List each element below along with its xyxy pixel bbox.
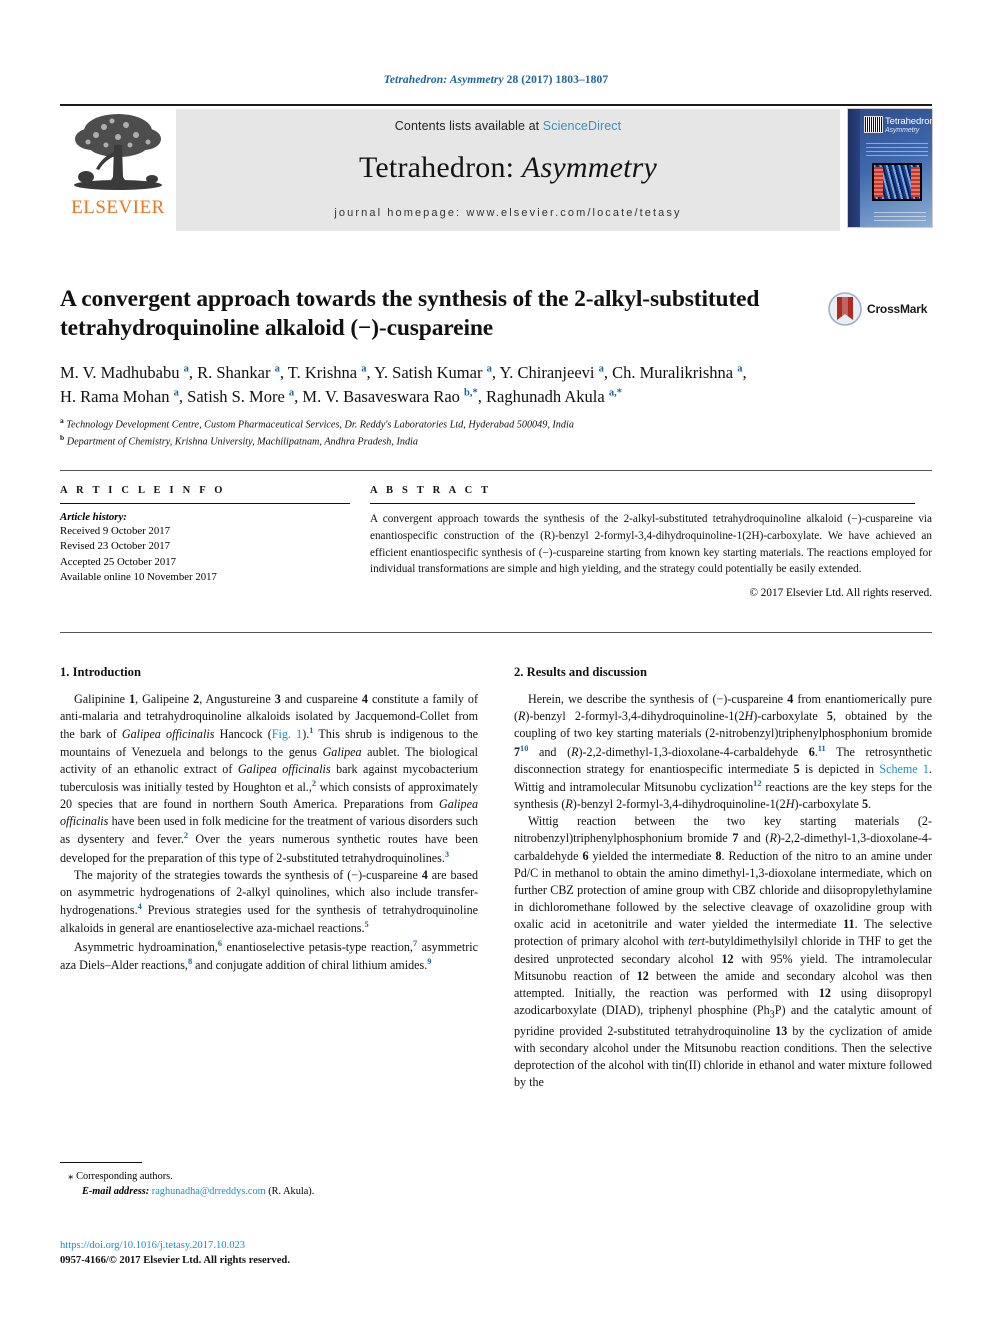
title-block: CrossMark A convergent approach towards … bbox=[60, 285, 932, 450]
elsevier-logo: ELSEVIER bbox=[60, 109, 176, 231]
journal-band: Contents lists available at ScienceDirec… bbox=[176, 109, 840, 231]
doi-link[interactable]: https://doi.org/10.1016/j.tetasy.2017.10… bbox=[60, 1238, 560, 1253]
author-line-1: M. V. Madhubabu a, R. Shankar a, T. Kris… bbox=[60, 362, 747, 382]
sciencedirect-link[interactable]: ScienceDirect bbox=[543, 119, 621, 133]
history-accepted: Accepted 25 October 2017 bbox=[60, 555, 177, 568]
left-column: 1. Introduction Galipinine 1, Galipeine … bbox=[60, 665, 478, 1092]
abstract-text: A convergent approach towards the synthe… bbox=[370, 513, 932, 576]
journal-homepage[interactable]: journal homepage: www.elsevier.com/locat… bbox=[334, 207, 681, 219]
body-columns: 1. Introduction Galipinine 1, Galipeine … bbox=[60, 665, 932, 1092]
footnote-block: ⁎ Corresponding authors. E-mail address:… bbox=[60, 1162, 478, 1200]
email-label: E-mail address: bbox=[82, 1185, 150, 1197]
issn-copyright-line: 0957-4166/© 2017 Elsevier Ltd. All right… bbox=[60, 1255, 290, 1267]
contents-prefix: Contents lists available at bbox=[394, 119, 543, 133]
corresponding-authors-text: Corresponding authors. bbox=[76, 1171, 173, 1182]
running-head-journal: Tetrahedron: Asymmetry bbox=[383, 74, 504, 86]
footnote-rule bbox=[60, 1162, 142, 1163]
history-received: Received 9 October 2017 bbox=[60, 525, 171, 537]
email-suffix: (R. Akula). bbox=[265, 1185, 315, 1197]
corresponding-authors-note: ⁎ Corresponding authors. bbox=[60, 1169, 478, 1185]
intro-paragraph-3: Asymmetric hydroamination,6 enantioselec… bbox=[60, 938, 478, 972]
cover-title-main: Tetrahedron: bbox=[885, 116, 932, 127]
running-head-citation: 28 (2017) 1803–1807 bbox=[503, 74, 609, 86]
history-online: Available online 10 November 2017 bbox=[60, 570, 217, 583]
crossmark-badge[interactable]: CrossMark bbox=[828, 290, 932, 328]
contents-available-line: Contents lists available at ScienceDirec… bbox=[395, 119, 621, 133]
article-history-label: Article history: bbox=[60, 511, 127, 523]
journal-title-italic: Asymmetry bbox=[521, 151, 658, 184]
cover-footer-lines bbox=[874, 212, 926, 221]
elsevier-wordmark: ELSEVIER bbox=[71, 197, 165, 218]
journal-cover-thumbnail[interactable]: Tetrahedron: Asymmetry bbox=[848, 109, 932, 227]
info-abstract-section: A R T I C L E I N F O Article history: R… bbox=[60, 470, 932, 599]
abstract-copyright: © 2017 Elsevier Ltd. All rights reserved… bbox=[749, 587, 933, 600]
article-info-column: A R T I C L E I N F O Article history: R… bbox=[60, 485, 350, 599]
scheme-1-link[interactable]: Scheme 1 bbox=[879, 762, 929, 776]
author-line-2: H. Rama Mohan a, Satish S. More a, M. V.… bbox=[60, 386, 622, 406]
affiliation-a-text: Technology Development Centre, Custom Ph… bbox=[66, 418, 574, 430]
page-footer: https://doi.org/10.1016/j.tetasy.2017.10… bbox=[60, 1238, 560, 1269]
cover-title: Tetrahedron: Asymmetry bbox=[885, 116, 932, 134]
history-revised: Revised 23 October 2017 bbox=[60, 540, 171, 553]
journal-title: Tetrahedron: Asymmetry bbox=[359, 151, 657, 185]
abstract-rule bbox=[370, 503, 915, 504]
journal-cover-wrap: Tetrahedron: Asymmetry bbox=[840, 109, 932, 231]
section-heading-introduction: 1. Introduction bbox=[60, 665, 141, 679]
crossmark-icon bbox=[828, 292, 862, 326]
page-title: A convergent approach towards the synthe… bbox=[60, 286, 760, 342]
cover-barcode-icon bbox=[864, 116, 883, 133]
cover-blurb-lines bbox=[866, 143, 928, 157]
intro-paragraph-1: Galipinine 1, Galipeine 2, Angustureine … bbox=[60, 692, 478, 865]
elsevier-tree-icon bbox=[74, 114, 162, 190]
journal-masthead: ELSEVIER Contents lists available at Sci… bbox=[60, 104, 932, 231]
email-link[interactable]: raghunadha@drreddys.com bbox=[152, 1186, 266, 1197]
affiliations: a Technology Development Centre, Custom … bbox=[60, 416, 932, 450]
affiliation-b: b Department of Chemistry, Krishna Unive… bbox=[60, 432, 418, 448]
results-paragraph-2: Wittig reaction between the two key star… bbox=[514, 814, 932, 1090]
asterisk-icon: ⁎ bbox=[68, 1170, 74, 1182]
crossmark-label: CrossMark bbox=[867, 302, 928, 316]
section-heading-results: 2. Results and discussion bbox=[514, 665, 647, 679]
article-info-heading: A R T I C L E I N F O bbox=[60, 485, 226, 496]
abstract-heading: A B S T R A C T bbox=[370, 485, 492, 496]
cover-artwork bbox=[872, 163, 922, 201]
author-list: M. V. Madhubabu a, R. Shankar a, T. Kris… bbox=[60, 361, 920, 409]
article-info-rule bbox=[60, 503, 350, 504]
right-column: 2. Results and discussion Herein, we des… bbox=[514, 665, 932, 1092]
paper-page: Tetrahedron: Asymmetry 28 (2017) 1803–18… bbox=[0, 0, 992, 1323]
results-paragraph-1: Herein, we describe the synthesis of (−)… bbox=[514, 692, 933, 812]
cover-spine bbox=[848, 109, 860, 227]
abstract-column: A B S T R A C T A convergent approach to… bbox=[350, 485, 932, 599]
email-note: E-mail address: raghunadha@drreddys.com … bbox=[60, 1185, 478, 1200]
affiliation-a: a Technology Development Centre, Custom … bbox=[60, 415, 574, 430]
intro-paragraph-2: The majority of the strategies towards t… bbox=[60, 867, 478, 936]
figure-1-link[interactable]: Fig. 1 bbox=[272, 727, 302, 741]
abstract-bottom-divider bbox=[60, 632, 932, 633]
running-head: Tetrahedron: Asymmetry 28 (2017) 1803–18… bbox=[0, 74, 992, 86]
cover-title-sub: Asymmetry bbox=[885, 126, 920, 134]
affiliation-b-text: Department of Chemistry, Krishna Univers… bbox=[66, 436, 418, 448]
journal-title-plain: Tetrahedron: bbox=[358, 151, 522, 184]
